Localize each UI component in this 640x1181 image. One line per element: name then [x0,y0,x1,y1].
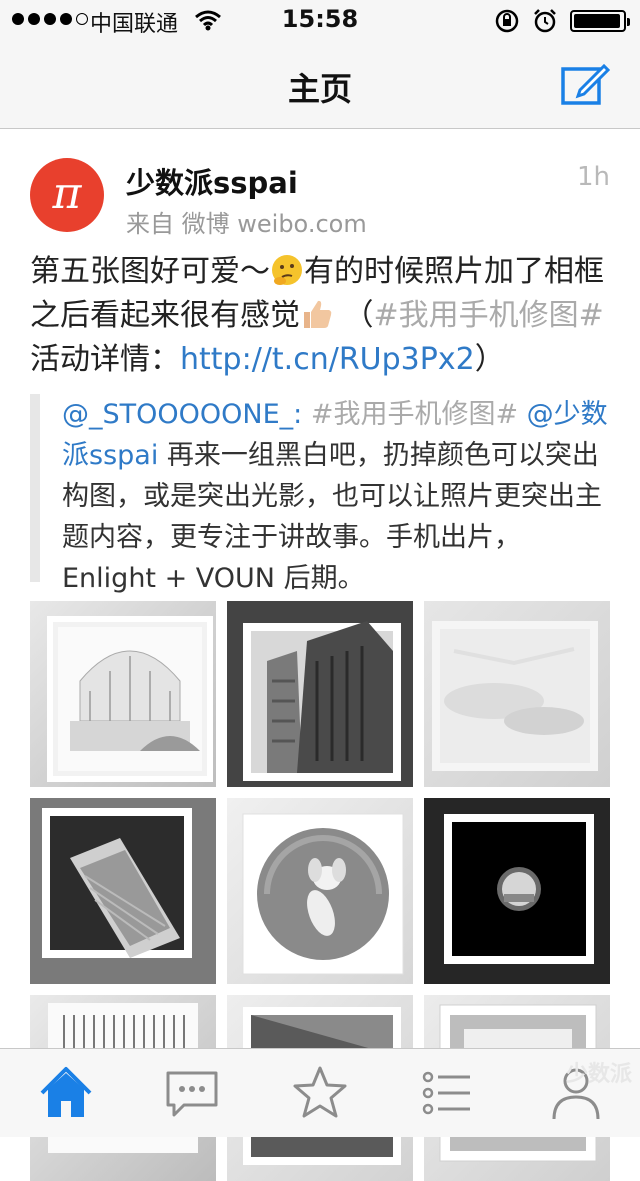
repost-text: @_STOOOOONE_: #我用手机修图# @少数派sspai 再来一组黑白吧… [62,399,608,594]
photo-window[interactable] [30,798,216,984]
home-icon[interactable] [36,1063,96,1123]
photo-peephole[interactable] [424,798,610,984]
thinking-emoji-icon [272,255,302,285]
alarm-icon [534,9,556,33]
list-icon[interactable] [418,1063,478,1123]
post-source: 来自 微博 weibo.com [126,210,367,238]
photo-building[interactable] [227,601,413,787]
site-watermark: 少数派 [565,1062,632,1087]
messages-icon[interactable] [162,1063,222,1123]
photo-greenhouse[interactable] [30,601,216,787]
photo-dog[interactable] [227,798,413,984]
post-time: 1h [576,162,610,192]
username[interactable]: 少数派sspai [126,160,298,202]
photo-clouds[interactable] [424,601,610,787]
thumbs-up-emoji-icon [304,300,332,328]
hashtag-link[interactable]: #我用手机修图# [374,298,604,333]
battery-icon [570,10,630,32]
favorites-icon[interactable] [290,1063,350,1123]
tab-bar [0,1048,640,1137]
compose-icon[interactable] [560,60,610,106]
navigation-bar: 主页 [0,40,640,129]
rotation-lock-icon [495,9,519,33]
post-text: 第五张图好可爱～ 有的时候照片加了相框之后看起来很有感觉 （#我用手机修图# 活动详… [30,254,604,377]
post-link[interactable]: http://t.cn/RUp3Px2 [180,342,475,377]
status-bar: 中国联通 15:58 [0,0,640,40]
repost-hashtag[interactable]: #我用手机修图# [302,399,526,430]
mention-link[interactable]: @_STOOOOONE_: [62,399,302,430]
quote-bar [30,394,40,582]
avatar-logo: π [52,167,82,219]
page-title: 主页 [287,70,352,108]
repost-quote[interactable]: @_STOOOOONE_: #我用手机修图# @少数派sspai 再来一组黑白吧… [30,394,610,594]
avatar[interactable]: π [30,158,104,232]
